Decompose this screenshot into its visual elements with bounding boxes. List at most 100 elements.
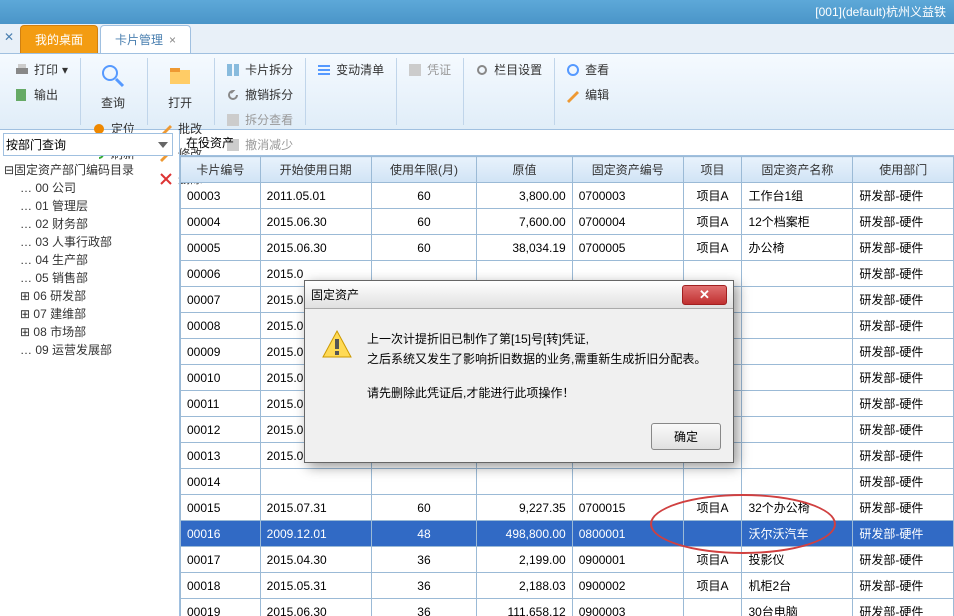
- undo-split-button[interactable]: 撤销拆分: [219, 83, 299, 106]
- cell: 60: [371, 209, 477, 235]
- toolbar: 打印 ▾ 输出 查询 定位 刷新 打开 批改 修改 删除 卡片拆分 撤销拆分 拆…: [0, 54, 954, 130]
- voucher-button[interactable]: 凭证: [401, 58, 457, 81]
- cell: [742, 443, 853, 469]
- cell: 研发部-硬件: [853, 391, 954, 417]
- cell: 研发部-硬件: [853, 495, 954, 521]
- column-header[interactable]: 固定资产编号: [572, 157, 683, 183]
- table-row[interactable]: 00014研发部-硬件: [181, 469, 954, 495]
- close-panel-icon[interactable]: ✕: [4, 30, 18, 44]
- dept-query-combo[interactable]: 按部门查询: [3, 133, 173, 156]
- cell: 36: [371, 573, 477, 599]
- split-icon: [225, 62, 241, 78]
- column-header[interactable]: 使用年限(月): [371, 157, 477, 183]
- cell: 00008: [181, 313, 261, 339]
- tree-node-dept[interactable]: … 00 公司: [4, 179, 175, 197]
- cell: 办公椅: [742, 235, 853, 261]
- query-button[interactable]: 查询: [85, 58, 141, 115]
- table-row[interactable]: 000192015.06.3036111,658.12090000330台电脑研…: [181, 599, 954, 616]
- cell: 研发部-硬件: [853, 521, 954, 547]
- column-header[interactable]: 开始使用日期: [260, 157, 371, 183]
- table-row[interactable]: 000152015.07.31609,227.350700015项目A32个办公…: [181, 495, 954, 521]
- cell: [742, 287, 853, 313]
- cell: 0700003: [572, 183, 683, 209]
- cell: 研发部-硬件: [853, 287, 954, 313]
- column-header[interactable]: 项目: [683, 157, 742, 183]
- cell: 沃尔沃汽车: [742, 521, 853, 547]
- table-row[interactable]: 000172015.04.30362,199.000900001项目A投影仪研发…: [181, 547, 954, 573]
- view-button[interactable]: 查看: [559, 58, 615, 81]
- cell: 60: [371, 183, 477, 209]
- cell: 111,658.12: [477, 599, 572, 616]
- table-row[interactable]: 000052015.06.306038,034.190700005项目A办公椅研…: [181, 235, 954, 261]
- tree-node-dept[interactable]: ⊞ 08 市场部: [4, 323, 175, 341]
- col-setting-button[interactable]: 栏目设置: [468, 58, 548, 81]
- cell: 32个办公椅: [742, 495, 853, 521]
- cell: 00010: [181, 365, 261, 391]
- cell: 研发部-硬件: [853, 235, 954, 261]
- cell: 3,800.00: [477, 183, 572, 209]
- dialog-close-button[interactable]: ✕: [682, 285, 727, 305]
- tree-node-dept[interactable]: … 09 运营发展部: [4, 341, 175, 359]
- cell: [742, 391, 853, 417]
- content-header: 在役资产: [180, 130, 954, 156]
- tree-node-dept[interactable]: … 04 生产部: [4, 251, 175, 269]
- tree-node-dept[interactable]: … 03 人事行政部: [4, 233, 175, 251]
- tree-node-dept[interactable]: … 02 财务部: [4, 215, 175, 233]
- tree-node-dept[interactable]: … 05 销售部: [4, 269, 175, 287]
- tree-node-dept[interactable]: ⊞ 06 研发部: [4, 287, 175, 305]
- list-icon: [316, 62, 332, 78]
- tree-node-dept[interactable]: … 01 管理层: [4, 197, 175, 215]
- cell: 498,800.00: [477, 521, 572, 547]
- table-row[interactable]: 000162009.12.0148498,800.000800001沃尔沃汽车研…: [181, 521, 954, 547]
- cell: 投影仪: [742, 547, 853, 573]
- dialog-message: 上一次计提折旧已制作了第[15]号[转]凭证, 之后系统又发生了影响折旧数据的业…: [367, 329, 706, 403]
- cell: 研发部-硬件: [853, 365, 954, 391]
- dialog-titlebar[interactable]: 固定资产 ✕: [305, 281, 733, 309]
- output-button[interactable]: 输出: [8, 83, 74, 106]
- cell: 研发部-硬件: [853, 209, 954, 235]
- cell: 研发部-硬件: [853, 183, 954, 209]
- cell: 研发部-硬件: [853, 313, 954, 339]
- cell: [742, 417, 853, 443]
- cell: 研发部-硬件: [853, 547, 954, 573]
- cell: 研发部-硬件: [853, 599, 954, 616]
- cell: 0700004: [572, 209, 683, 235]
- tabs-row: ✕ 我的桌面 卡片管理×: [0, 24, 954, 54]
- split-button[interactable]: 卡片拆分: [219, 58, 299, 81]
- tree-root[interactable]: ⊟固定资产部门编码目录: [4, 161, 175, 179]
- cell: 2,199.00: [477, 547, 572, 573]
- cell: [371, 469, 477, 495]
- cell: 00007: [181, 287, 261, 313]
- dialog-ok-button[interactable]: 确定: [651, 423, 721, 450]
- open-button[interactable]: 打开: [152, 58, 208, 115]
- cell: 00012: [181, 417, 261, 443]
- cell: 00006: [181, 261, 261, 287]
- edit-button[interactable]: 编辑: [559, 83, 615, 106]
- cell: 2,188.03: [477, 573, 572, 599]
- cell: 2015.06.30: [260, 209, 371, 235]
- warning-icon: [321, 329, 353, 361]
- table-row[interactable]: 000032011.05.01603,800.000700003项目A工作台1组…: [181, 183, 954, 209]
- tree-node-dept[interactable]: ⊞ 07 建维部: [4, 305, 175, 323]
- cell: 机柜2台: [742, 573, 853, 599]
- table-row[interactable]: 000182015.05.31362,188.030900002项目A机柜2台研…: [181, 573, 954, 599]
- cell: 研发部-硬件: [853, 443, 954, 469]
- column-header[interactable]: 原值: [477, 157, 572, 183]
- cell: 12个档案柜: [742, 209, 853, 235]
- split-view-button[interactable]: 拆分查看: [219, 108, 299, 131]
- print-button[interactable]: 打印 ▾: [8, 58, 74, 81]
- change-list-button[interactable]: 变动清单: [310, 58, 390, 81]
- column-header[interactable]: 卡片编号: [181, 157, 261, 183]
- cell: 2015.06.30: [260, 235, 371, 261]
- table-row[interactable]: 000042015.06.30607,600.000700004项目A12个档案…: [181, 209, 954, 235]
- cell: 工作台1组: [742, 183, 853, 209]
- column-header[interactable]: 固定资产名称: [742, 157, 853, 183]
- cell: [572, 469, 683, 495]
- tab-card-mgmt[interactable]: 卡片管理×: [100, 25, 191, 53]
- view-icon: [565, 62, 581, 78]
- cell: 38,034.19: [477, 235, 572, 261]
- close-tab-icon[interactable]: ×: [169, 33, 176, 47]
- tab-desktop[interactable]: 我的桌面: [20, 25, 98, 53]
- cell: 00019: [181, 599, 261, 616]
- column-header[interactable]: 使用部门: [853, 157, 954, 183]
